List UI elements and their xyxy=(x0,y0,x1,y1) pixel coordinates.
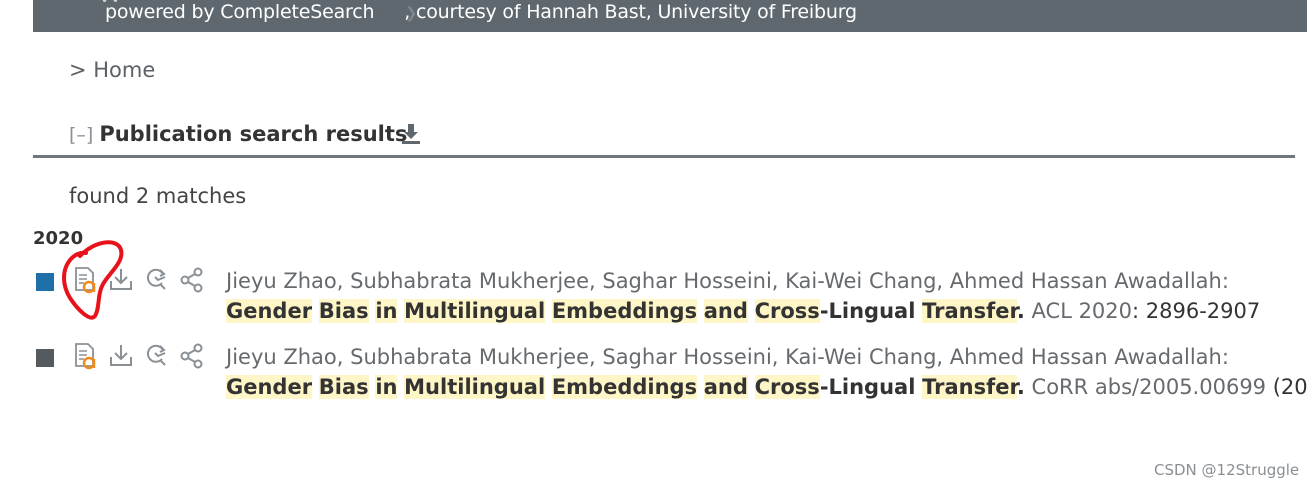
chevron-right-icon: ❯ xyxy=(405,4,418,22)
collapse-toggle[interactable]: [–] xyxy=(69,124,93,146)
share-icon[interactable] xyxy=(179,342,205,370)
share-icon[interactable] xyxy=(179,266,205,294)
publication-entry: Jieyu Zhao, Subhabrata Mukherjee, Saghar… xyxy=(33,266,1293,328)
title-word: -Lingual xyxy=(819,375,916,399)
section-header: [–] Publication search results xyxy=(69,122,420,152)
title-word: Cross xyxy=(754,299,820,323)
section-divider xyxy=(33,155,1295,158)
publication-entry: Jieyu Zhao, Subhabrata Mukherjee, Saghar… xyxy=(33,342,1307,404)
title-word: Bias xyxy=(318,375,369,399)
breadcrumb-home-link[interactable]: > Home xyxy=(69,58,155,82)
breadcrumb[interactable]: > Home xyxy=(69,58,155,82)
banner-prefix: powered by xyxy=(105,1,221,23)
title-word: Transfer xyxy=(922,299,1017,323)
red-annotation-circle xyxy=(62,240,124,320)
author-list[interactable]: Jieyu Zhao, Subhabrata Mukherjee, Saghar… xyxy=(226,269,1229,293)
author-list[interactable]: Jieyu Zhao, Subhabrata Mukherjee, Saghar… xyxy=(226,345,1229,369)
title-word: Transfer xyxy=(922,375,1017,399)
title-word: and xyxy=(703,299,748,323)
entry-type-square xyxy=(36,273,54,291)
pages: : 2896-2907 xyxy=(1132,299,1261,323)
match-count: found 2 matches xyxy=(69,184,247,208)
title-word: -Lingual xyxy=(819,299,916,323)
title-word: Multilingual xyxy=(404,375,546,399)
title-word: in xyxy=(375,375,398,399)
top-banner: • • powered by CompleteSearch, courtesy … xyxy=(33,0,1307,32)
title-word: Multilingual xyxy=(404,299,546,323)
entry-type-square xyxy=(36,349,54,367)
references-icon[interactable] xyxy=(143,266,169,294)
venue-link[interactable]: ACL 2020 xyxy=(1032,299,1132,323)
download-icon[interactable] xyxy=(400,122,422,146)
title-end: . xyxy=(1016,299,1025,323)
electronic-edition-icon[interactable] xyxy=(73,342,99,370)
title-word: Gender xyxy=(226,375,313,399)
watermark: CSDN @12Struggle xyxy=(1154,461,1300,479)
export-record-icon[interactable] xyxy=(108,342,134,370)
title-word: Embeddings xyxy=(551,299,698,323)
year-suffix: (2020) xyxy=(1272,375,1307,399)
section-title: Publication search results xyxy=(99,122,408,146)
title-end: . xyxy=(1016,375,1025,399)
title-word: Gender xyxy=(226,299,313,323)
venue-link[interactable]: CoRR abs/2005.00699 xyxy=(1032,375,1267,399)
title-word: Embeddings xyxy=(551,375,698,399)
title-word: and xyxy=(703,375,748,399)
title-word: Cross xyxy=(754,375,820,399)
export-record-icon[interactable] xyxy=(108,266,134,294)
banner-suffix: , University of Freiburg xyxy=(645,1,857,23)
citation: Jieyu Zhao, Subhabrata Mukherjee, Saghar… xyxy=(226,266,1260,326)
citation: Jieyu Zhao, Subhabrata Mukherjee, Saghar… xyxy=(226,342,1307,402)
electronic-edition-icon[interactable] xyxy=(73,266,99,294)
banner-text: powered by CompleteSearch, courtesy of H… xyxy=(105,1,857,23)
title-word: in xyxy=(375,299,398,323)
hannah-bast-link[interactable]: Hannah Bast xyxy=(526,1,646,23)
completesearch-link[interactable]: CompleteSearch xyxy=(220,1,374,23)
title-word: Bias xyxy=(318,299,369,323)
references-icon[interactable] xyxy=(143,342,169,370)
year-heading: 2020 xyxy=(33,228,84,249)
